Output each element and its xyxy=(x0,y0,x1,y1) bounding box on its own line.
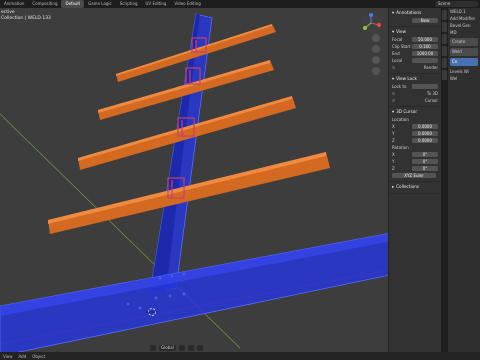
zoom-icon[interactable] xyxy=(372,34,380,42)
collections-section: ▸ Collections xyxy=(389,182,441,194)
cursor-z-label: Z xyxy=(392,137,395,143)
focal-length-field[interactable]: 50.000 xyxy=(412,36,438,42)
chevron-right-icon: ▸ xyxy=(392,184,395,189)
cursor-z-field[interactable]: 0.0000 xyxy=(412,137,438,143)
viewport-collection-label: Collection | WELD.133 xyxy=(1,16,51,21)
3d-viewport[interactable]: ective Collection | WELD.133 Global xyxy=(0,8,388,352)
cursor-rotation-label: Rotation xyxy=(392,144,409,150)
cursor-ry-field[interactable]: 0° xyxy=(412,158,438,164)
output-tab-icon[interactable] xyxy=(442,34,447,44)
cursor-ry-label: Y xyxy=(392,158,395,164)
3d-cursor-section: ▾ 3D Cursor Location X 0.0000 Y 0.0000 Z 0.0… xyxy=(389,107,441,182)
navigation-gizmo-icon[interactable] xyxy=(360,12,382,34)
scene-tab-icon[interactable] xyxy=(442,46,447,56)
viewport-scene xyxy=(0,13,388,352)
viewport-footer: Global xyxy=(0,343,388,352)
lock-object-field[interactable] xyxy=(412,83,438,89)
add-modifier-label[interactable]: Add Modifier xyxy=(448,15,480,22)
perspective-icon[interactable] xyxy=(372,67,380,75)
modifier-tab-icon[interactable] xyxy=(442,70,447,80)
cursor-rz-label: Z xyxy=(392,165,395,171)
levels-label: Levels Wi xyxy=(450,69,469,74)
clip-start-label: Clip Start xyxy=(392,43,411,49)
properties-object-name: WELD.1 xyxy=(450,9,466,14)
object-menu[interactable]: Object xyxy=(29,354,48,359)
local-camera-label: Local xyxy=(392,57,403,63)
cursor-y-label: Y xyxy=(392,130,395,136)
pivot-icon[interactable] xyxy=(178,344,185,351)
add-menu[interactable]: Add xyxy=(16,354,30,359)
lock-cursor-checkbox[interactable] xyxy=(392,98,395,102)
chevron-down-icon: ▾ xyxy=(392,109,395,114)
lock-to-3d-checkbox[interactable] xyxy=(392,91,395,95)
properties-tab-strip xyxy=(441,8,448,352)
collections-header[interactable]: ▸ Collections xyxy=(392,184,438,189)
chevron-down-icon: ▾ xyxy=(392,29,395,34)
render-tab-icon[interactable] xyxy=(442,22,447,32)
object-tab-icon[interactable] xyxy=(442,58,447,68)
tab-scripting[interactable]: Scripting xyxy=(116,0,142,8)
pan-icon[interactable] xyxy=(372,45,380,53)
sidebar-n-panel: ▾ Annotations New ▾ View Focal 50.000 Clip … xyxy=(388,8,441,352)
weld-modifier-label: Wel xyxy=(450,76,458,81)
annotation-new-button[interactable]: New xyxy=(412,17,438,23)
clip-end-label: End xyxy=(392,50,400,56)
camera-icon[interactable] xyxy=(372,56,380,64)
cursor-x-field[interactable]: 0.0000 xyxy=(412,123,438,129)
cursor-y-field[interactable]: 0.0000 xyxy=(412,130,438,136)
render-region-checkbox[interactable] xyxy=(392,65,395,69)
orientation-icon[interactable] xyxy=(150,344,156,351)
cursor-location-label: Location xyxy=(392,116,409,122)
chevron-down-icon: ▾ xyxy=(392,10,395,15)
viewport-nav-icons xyxy=(372,34,380,75)
scene-selector[interactable]: Scene xyxy=(435,1,478,7)
view-menu[interactable]: View xyxy=(0,354,16,359)
tab-video-editing[interactable]: Video Editing xyxy=(170,0,204,8)
focal-label: Focal xyxy=(392,36,403,42)
tab-animation[interactable]: Animation xyxy=(0,0,28,8)
weld-button[interactable]: Weld xyxy=(450,48,478,56)
bevel-gen-label: Bevel Gen xyxy=(450,23,471,28)
local-camera-field[interactable] xyxy=(412,57,438,63)
lock-cursor-label: Cursor xyxy=(424,97,438,103)
tool-tab-icon[interactable] xyxy=(442,10,447,20)
view-lock-header[interactable]: ▾ View Lock xyxy=(392,76,438,81)
transform-orientation-dropdown[interactable]: Global xyxy=(159,344,176,351)
clip-start-field[interactable]: 0.100 xyxy=(412,43,438,49)
tab-game-logic[interactable]: Game Logic xyxy=(84,0,116,8)
tab-default[interactable]: Default xyxy=(61,0,85,8)
workspace-tabbar: Animation Compositing Default Game Logic… xyxy=(0,0,480,8)
cursor-rz-field[interactable]: 0° xyxy=(412,165,438,171)
annotations-section: ▾ Annotations New xyxy=(389,8,441,27)
horizontal-beam[interactable] xyxy=(0,232,388,352)
cursor-rx-label: X xyxy=(392,151,395,157)
render-region-label: Render xyxy=(423,64,438,70)
tab-uv-editing[interactable]: UV Editing xyxy=(142,0,171,8)
status-bar: View Add Object xyxy=(0,352,480,360)
proportional-edit-icon[interactable] xyxy=(196,344,203,351)
view-lock-section: ▾ View Lock Lock to To 3D Cursor xyxy=(389,74,441,107)
co-button[interactable]: Co xyxy=(450,58,478,66)
3d-cursor-header[interactable]: ▾ 3D Cursor xyxy=(392,109,438,114)
chevron-down-icon: ▾ xyxy=(392,76,395,81)
view-header[interactable]: ▾ View xyxy=(392,29,438,34)
cursor-rx-field[interactable]: 0° xyxy=(412,151,438,157)
clip-end-field[interactable]: 1000.00 xyxy=(412,50,438,56)
properties-panel: WELD.1 Add Modifier Bevel Gen MD Create … xyxy=(448,8,480,352)
cursor-x-label: X xyxy=(392,123,395,129)
viewport-info: ective Collection | WELD.133 xyxy=(1,10,51,22)
create-button[interactable]: Create xyxy=(450,38,478,46)
lock-to-3d-label: To 3D xyxy=(426,90,438,96)
lock-object-label: Lock to xyxy=(392,83,407,89)
rotation-mode-dropdown[interactable]: XYZ Euler xyxy=(392,172,436,178)
md-label: MD xyxy=(450,30,457,35)
tab-compositing[interactable]: Compositing xyxy=(28,0,61,8)
annotations-header[interactable]: ▾ Annotations xyxy=(392,10,438,15)
view-section: ▾ View Focal 50.000 Clip Start 0.100 End 100… xyxy=(389,27,441,74)
snap-icon[interactable] xyxy=(187,344,194,351)
